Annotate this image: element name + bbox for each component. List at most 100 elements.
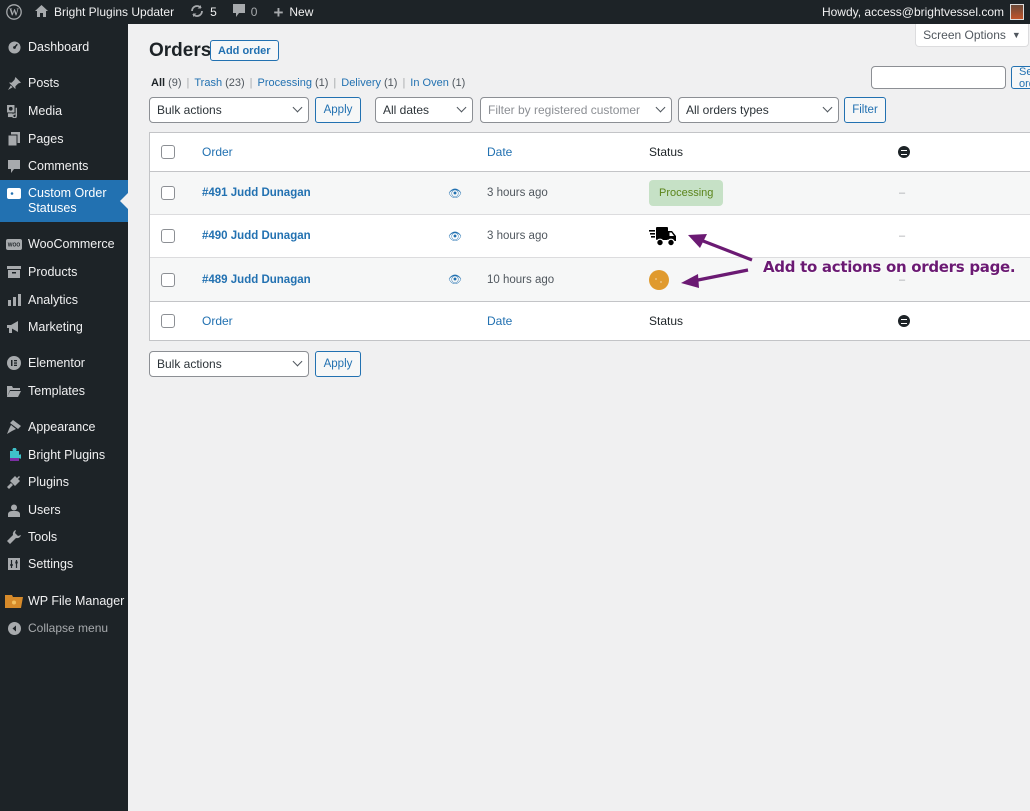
sidebar-item-plugins[interactable]: Plugins [0,472,128,492]
admin-sidebar: Dashboard Posts Media Pages Comments Cus… [0,24,128,811]
new-label: New [289,5,314,19]
sidebar-item-label: Bright Plugins [28,447,106,462]
sidebar-item-label: WooCommerce [28,236,115,251]
view-label[interactable]: In Oven [410,77,449,89]
extra-value: – [898,187,906,199]
row-checkbox[interactable] [161,229,175,243]
wordpress-logo-button[interactable]: W [0,0,27,24]
view-delivery[interactable]: Delivery (1) [341,77,397,89]
comment-icon [0,159,28,173]
filter-button[interactable]: Filter [844,97,886,123]
table-footer: Order Date Status [150,301,1030,340]
archive-icon [0,266,28,278]
caret-down-icon: ▼ [1011,30,1021,40]
comments-count: 0 [250,5,258,19]
sidebar-item-label: Custom Order Statuses [28,186,107,215]
preview-eye-icon[interactable]: 👁︎ [448,258,462,301]
svg-text:WOO: WOO [8,242,21,248]
megaphone-icon [0,320,28,334]
row-checkbox[interactable] [161,186,175,200]
order-link[interactable]: #490 Judd Dunagan [202,215,311,257]
sidebar-item-products[interactable]: Products [0,262,128,282]
sidebar-item-appearance[interactable]: Appearance [0,417,128,437]
view-label[interactable]: Delivery [341,77,381,89]
sidebar-item-wp-file-manager[interactable]: WP File Manager [0,591,128,611]
sidebar-item-analytics[interactable]: Analytics [0,290,128,310]
comments-link[interactable]: 0 [225,0,266,24]
my-account-link[interactable]: Howdy, access@brightvessel.com [814,0,1030,24]
order-status-views: All (9) | Trash (23) | Processing (1) | Del… [151,77,465,89]
apply-button[interactable]: Apply [315,97,361,123]
order-link[interactable]: #491 Judd Dunagan [202,172,311,214]
collapse-menu-button[interactable]: Collapse menu [0,618,128,638]
howdy-text: Howdy, access@brightvessel.com [821,5,1004,19]
dates-select[interactable]: All dates [375,97,473,123]
site-name-link[interactable]: Bright Plugins Updater [27,0,182,24]
view-processing[interactable]: Processing (1) [258,77,329,89]
chevron-down-icon [292,102,303,113]
search-orders-input[interactable] [871,66,1006,89]
sidebar-item-label: Dashboard [28,39,90,54]
sidebar-item-users[interactable]: Users [0,500,128,520]
dashboard-icon [0,40,28,54]
column-date-header[interactable]: Date [487,133,512,171]
user-icon [0,504,28,517]
order-link[interactable]: #489 Judd Dunagan [202,258,311,301]
sidebar-item-settings[interactable]: Settings [0,554,128,574]
add-order-button[interactable]: Add order [210,40,279,61]
sidebar-item-custom-order-statuses[interactable]: Custom Order Statuses [0,180,128,222]
sidebar-item-templates[interactable]: Templates [0,381,128,401]
screen-options-button[interactable]: Screen Options ▼ [915,24,1029,47]
search-orders-button[interactable]: Search orders [1011,66,1030,89]
sidebar-item-dashboard[interactable]: Dashboard [0,37,128,57]
bulk-actions-select-bottom[interactable]: Bulk actions [149,351,309,377]
view-in-oven[interactable]: In Oven (1) [410,77,465,89]
sidebar-item-tools[interactable]: Tools [0,527,128,547]
row-checkbox[interactable] [161,272,175,287]
order-types-select[interactable]: All orders types [678,97,839,123]
sidebar-item-label: Pages [28,131,64,146]
select-all-checkbox[interactable] [161,145,175,159]
view-label[interactable]: Trash [194,77,222,89]
admin-bar: W Bright Plugins Updater 5 0 + New Howdy… [0,0,1030,24]
sidebar-item-media[interactable]: Media [0,101,128,121]
comment-bubble-icon [232,4,245,20]
column-order-header[interactable]: Order [202,133,233,171]
select-all-checkbox[interactable] [161,314,175,328]
preview-eye-icon[interactable]: 👁︎ [448,172,462,214]
status-cell [649,215,676,257]
customer-filter-select[interactable]: Filter by registered customer [480,97,672,123]
sidebar-item-comments[interactable]: Comments [0,156,128,176]
sidebar-item-pages[interactable]: Pages [0,129,128,149]
sidebar-item-label: Tools [28,529,58,544]
sidebar-item-woocommerce[interactable]: WOO WooCommerce [0,234,128,254]
new-content-link[interactable]: + New [265,0,321,24]
sidebar-item-label: Collapse menu [28,620,109,635]
view-all[interactable]: All (9) [151,77,182,89]
chevron-down-icon [292,356,303,367]
order-date: 10 hours ago [487,273,555,286]
sidebar-item-label: Users [28,502,61,517]
bulk-actions-select[interactable]: Bulk actions [149,97,309,123]
wordpress-icon: W [5,4,22,20]
view-trash[interactable]: Trash (23) [194,77,244,89]
column-notes-header [898,133,910,171]
preview-eye-icon[interactable]: 👁︎ [448,215,462,257]
pages-icon [0,132,28,146]
view-label[interactable]: Processing [258,77,312,89]
column-date-footer[interactable]: Date [487,302,512,340]
extra-value: – [898,230,906,242]
updates-link[interactable]: 5 [182,0,225,24]
sidebar-item-marketing[interactable]: Marketing [0,317,128,337]
sidebar-item-label: Media [28,103,63,118]
column-order-footer[interactable]: Order [202,302,233,340]
select-value: All dates [383,103,430,117]
column-status-header: Status [649,145,684,159]
sidebar-item-label: Analytics [28,292,79,307]
separator: | [249,77,253,89]
sidebar-item-posts[interactable]: Posts [0,73,128,93]
sidebar-item-elementor[interactable]: Elementor [0,353,128,373]
view-count: (23) [225,77,245,89]
apply-button-bottom[interactable]: Apply [315,351,361,377]
sidebar-item-bright-plugins[interactable]: Bright Plugins [0,445,128,465]
